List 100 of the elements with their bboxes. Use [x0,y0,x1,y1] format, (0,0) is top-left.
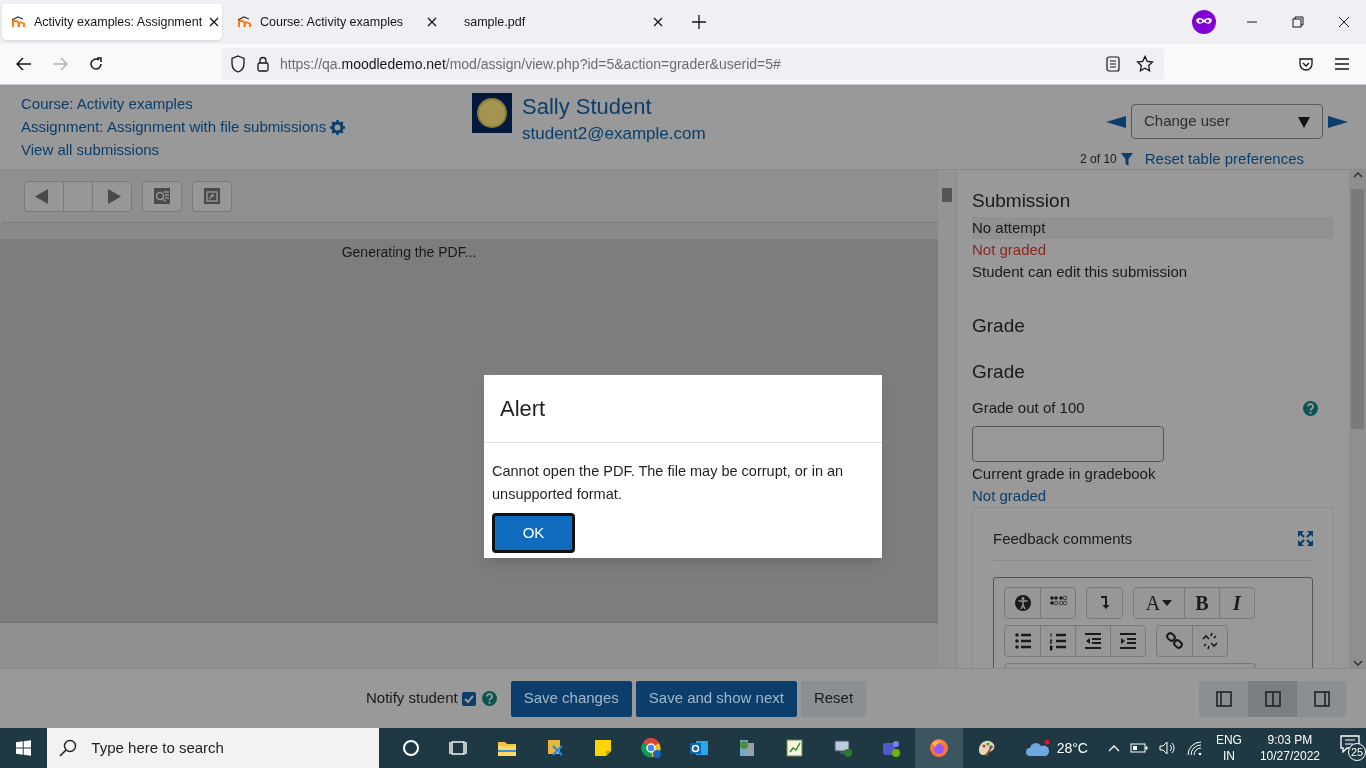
shield-icon [230,55,246,73]
paint-icon[interactable] [976,738,997,758]
next-user-icon[interactable] [1328,115,1348,128]
browser-tab[interactable]: Activity examples: Assignment [2,4,222,40]
checkbox-label: Notify student [366,688,458,709]
scrollbar[interactable] [1349,170,1366,668]
unlink-icon [1200,631,1220,651]
scroll-down-icon[interactable] [1352,660,1363,666]
layout-button[interactable] [1297,680,1346,717]
browser-tab[interactable]: Course: Activity examples [228,4,448,40]
form-button[interactable]: Save changes [510,680,632,717]
filter-icon[interactable] [1120,152,1133,166]
check-icon [463,693,474,704]
current-grade-link[interactable]: Not graded [972,484,1047,507]
weather-cloud-icon[interactable] [1024,739,1051,757]
close-icon[interactable] [652,16,664,28]
breadcrumb-link[interactable]: Assignment: Assignment with file submissions [21,116,327,139]
scrollbar[interactable] [938,170,956,668]
reset-table-preferences-link[interactable]: Reset table preferences [1144,148,1304,171]
help-icon[interactable] [1303,400,1318,416]
italic-button[interactable]: I [1219,588,1254,618]
layout-button[interactable] [1248,680,1297,717]
layout-button[interactable] [1199,680,1248,717]
taskbar-search-field[interactable]: Type here to search [47,728,379,768]
browser-tab[interactable]: sample.pdf [454,4,674,40]
previous-user-icon[interactable] [1106,115,1126,128]
private-browsing-icon [1192,10,1216,34]
page-number-field[interactable] [63,181,93,211]
search-comments-icon [153,187,171,205]
address-bar[interactable]: https://qa.moodledemo.net/mod/assign/view.php?id=5&action=grader&userid=5# [222,48,1164,80]
link-icon [1164,631,1185,651]
form-button[interactable]: Save and show next [635,680,797,717]
gear-icon[interactable] [330,120,346,135]
layout-right-icon [1313,690,1330,707]
cortana-icon[interactable] [400,738,421,758]
section-heading: Grade [972,314,1026,337]
field-label: Grade out of 100 [972,398,1085,418]
reader-view-icon[interactable] [1106,56,1120,72]
battery-icon[interactable] [1129,743,1148,753]
notification-count-badge: 25 [1348,743,1366,761]
form-button[interactable]: Reset [800,680,867,717]
windows-start-icon[interactable] [16,740,32,756]
bold-button[interactable]: B [1184,588,1219,618]
close-icon[interactable] [426,16,438,28]
user-name[interactable]: Sally Student [522,93,706,121]
accessibility-icon [1012,593,1033,613]
notify-checkbox[interactable] [461,691,476,706]
grade-input-field[interactable] [972,425,1164,462]
new-tab-icon[interactable] [692,15,706,29]
lock-icon [256,55,270,73]
sticky-note-icon[interactable] [592,738,613,758]
scroll-up-icon[interactable] [1352,172,1363,178]
breadcrumb-link[interactable]: Course: Activity examples [21,93,193,116]
change-user-select[interactable]: Change user [1131,104,1323,139]
user-count: 2 of 10 [1080,151,1117,169]
outdent-icon [1083,631,1103,651]
tab-title: Activity examples: Assignment [34,13,203,31]
restore-icon[interactable] [1292,16,1304,28]
pdf-status-text: Generating the PDF... [341,243,477,260]
show-hidden-icons-icon[interactable] [1107,744,1120,752]
temperature-text: 28°C [1056,738,1088,758]
task-view-icon[interactable] [448,738,469,758]
status-text: Not graded [972,239,1047,260]
clock[interactable]: 9:03 PM 10/27/2022 [1259,732,1320,764]
expand-button[interactable] [192,180,232,212]
section-heading: Submission [972,189,1072,212]
bullet-list-icon [1012,631,1033,651]
numbered-list-icon [1048,631,1068,651]
pocket-icon[interactable] [1298,56,1314,72]
ok-button[interactable]: OK [492,513,575,553]
fullscreen-icon[interactable] [1298,531,1313,547]
close-icon[interactable] [208,16,221,28]
close-window-icon[interactable] [1338,16,1350,28]
user-email[interactable]: student2@example.com [522,121,706,147]
wifi-icon[interactable] [1185,740,1202,756]
tab-title: sample.pdf [464,13,527,31]
remote-desktop-icon[interactable] [832,738,853,758]
volume-icon[interactable] [1157,740,1176,756]
page-navigation[interactable] [24,180,132,212]
status-text: Student can edit this submission [972,261,1188,282]
card-title: Feedback comments [993,528,1133,549]
dialog-message: Cannot open the PDF. The file may be corrupt, or in an unsupported format. [492,462,845,504]
back-icon[interactable] [16,57,32,71]
moodle-icon [238,16,254,28]
search-icon [59,739,78,757]
chart-notepad-icon[interactable] [784,738,805,758]
layout-middle-icon [1264,690,1281,707]
search-comments-button[interactable] [142,180,182,212]
font-button[interactable]: A [1134,588,1184,618]
bookmark-star-icon[interactable] [1136,55,1154,73]
help-icon[interactable] [481,691,497,706]
dropdown-caret-icon [1298,115,1310,128]
language-indicator[interactable]: ENG IN [1215,732,1242,764]
status-text: No attempt [972,217,1046,238]
avatar-icon [472,93,512,133]
dialog-title: Alert [484,375,882,443]
reload-icon[interactable] [88,56,104,72]
menu-icon[interactable] [1334,57,1350,71]
breadcrumb-link[interactable]: View all submissions [21,139,160,162]
layout-left-icon [1215,690,1232,707]
